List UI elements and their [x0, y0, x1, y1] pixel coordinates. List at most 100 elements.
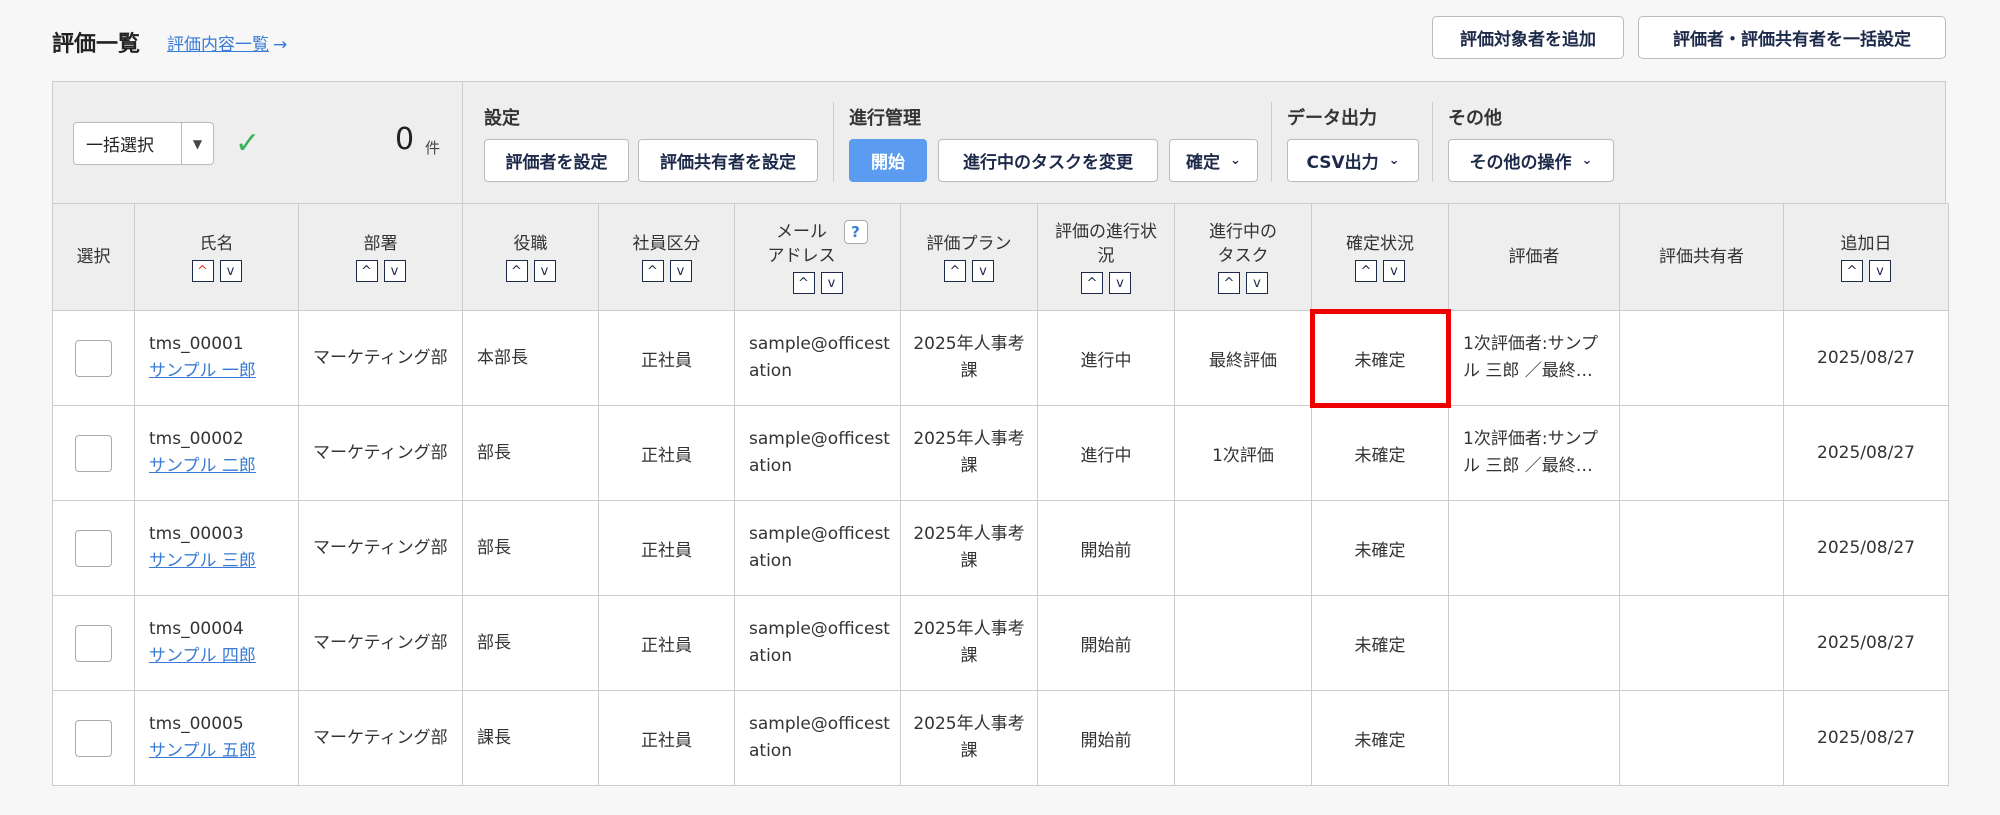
email-cell: sample@officestation	[734, 595, 901, 691]
sort-desc-icon[interactable]: v	[533, 260, 556, 282]
progress-cell: 進行中	[1037, 405, 1175, 501]
page-title: 評価一覧	[52, 32, 141, 57]
sort-desc-icon[interactable]: v	[219, 260, 242, 282]
caret-down-icon[interactable]: ▼	[181, 123, 213, 164]
employee-name-link[interactable]: サンプル 五郎	[149, 738, 298, 765]
employee-name-link[interactable]: サンプル 二郎	[149, 453, 298, 480]
header-dept-label: 部署	[363, 234, 398, 254]
employee-name-link[interactable]: サンプル 四郎	[149, 643, 298, 670]
confirm-dropdown-button[interactable]: 確定 ⌄	[1169, 139, 1258, 182]
sort-desc-icon[interactable]: v	[669, 260, 692, 282]
table-row: tms_00004 サンプル 四郎 マーケティング部 部長 正社員 sample@…	[52, 595, 1949, 691]
sort-desc-icon[interactable]: v	[972, 260, 994, 282]
progress-cell: 開始前	[1037, 690, 1175, 786]
dept-cell: マーケティング部	[298, 310, 463, 406]
header-plan: 評価プラン ^ v	[900, 203, 1038, 311]
evaluation-table: 選択 氏名 ^ v 部署 ^ v 役職 ^ v 社員区分 ^ v メール アドレス? ^ v 評価プラ…	[52, 203, 1949, 786]
sort-asc-icon[interactable]: ^	[792, 272, 815, 294]
row-checkbox[interactable]	[75, 434, 112, 472]
header-name-label: 氏名	[199, 234, 234, 254]
added-date-cell: 2025/08/27	[1783, 595, 1949, 691]
set-sharer-button[interactable]: 評価共有者を設定	[638, 139, 818, 182]
sort-asc-icon[interactable]: ^	[1218, 272, 1240, 294]
confirm-status-cell: 未確定	[1309, 308, 1451, 408]
email-cell: sample@officestation	[734, 405, 901, 501]
row-select-cell	[52, 405, 135, 501]
link-label[interactable]: 評価内容一覧	[167, 35, 269, 55]
row-checkbox[interactable]	[75, 339, 112, 377]
position-cell: 課長	[462, 690, 599, 786]
table-row: tms_00001 サンプル 一郎 マーケティング部 本部長 正社員 sample…	[52, 308, 1949, 408]
sharer-cell	[1619, 690, 1784, 786]
group-label-progress: 進行管理	[849, 108, 921, 129]
header-emp-type: 社員区分 ^ v	[598, 203, 735, 311]
emp-type-cell: 正社員	[598, 690, 735, 786]
task-cell: 1次評価	[1174, 405, 1312, 501]
sort-desc-icon[interactable]: v	[383, 260, 406, 282]
check-icon[interactable]: ✓	[235, 126, 260, 161]
header-select: 選択	[52, 203, 135, 311]
emp-type-cell: 正社員	[598, 595, 735, 691]
action-panel: 一括選択 ▼ ✓ 0 件 設定 評価者を設定 評価共有者を設定 進行管理 開始 …	[52, 81, 1946, 204]
other-operations-label[interactable]: その他の操作	[1470, 148, 1572, 173]
header-email-label-2: アドレス	[767, 246, 836, 266]
row-checkbox[interactable]	[75, 529, 112, 567]
confirm-status-cell: 未確定	[1311, 405, 1449, 501]
sort-desc-icon[interactable]: v	[820, 272, 843, 294]
header-sharer: 評価共有者	[1619, 203, 1784, 311]
row-select-cell	[52, 500, 135, 596]
sort-asc-icon[interactable]: ^	[641, 260, 664, 282]
bulk-select-dropdown[interactable]: 一括選択 ▼	[73, 122, 214, 165]
header-confirm-status-label: 確定状況	[1346, 234, 1414, 254]
sort-controls: ^ v	[1218, 272, 1268, 294]
sort-asc-icon[interactable]: ^	[1081, 272, 1103, 294]
employee-name-link[interactable]: サンプル 一郎	[149, 358, 298, 385]
row-checkbox[interactable]	[75, 719, 112, 757]
sort-asc-icon[interactable]: ^	[355, 260, 378, 282]
help-icon[interactable]: ?	[843, 220, 868, 244]
bulk-select-label[interactable]: 一括選択	[74, 131, 181, 156]
employee-id: tms_00001	[149, 334, 244, 354]
start-button[interactable]: 開始	[849, 139, 927, 182]
row-select-cell	[52, 690, 135, 786]
sort-asc-icon[interactable]: ^	[944, 260, 966, 282]
evaluator-cell	[1448, 690, 1620, 786]
csv-export-label[interactable]: CSV出力	[1306, 148, 1378, 173]
table-row: tms_00002 サンプル 二郎 マーケティング部 部長 正社員 sample@…	[52, 405, 1949, 501]
sort-controls: ^ v	[792, 272, 843, 294]
chevron-down-icon: ⌄	[1230, 153, 1241, 168]
sort-desc-icon[interactable]: v	[1246, 272, 1268, 294]
group-divider	[833, 102, 834, 182]
change-task-button[interactable]: 進行中のタスクを変更	[938, 139, 1158, 182]
sort-asc-icon[interactable]: ^	[191, 260, 214, 282]
other-operations-button[interactable]: その他の操作 ⌄	[1448, 139, 1614, 182]
email-cell: sample@officestation	[734, 310, 901, 406]
sort-asc-icon[interactable]: ^	[505, 260, 528, 282]
sort-desc-icon[interactable]: v	[1869, 260, 1891, 282]
dept-cell: マーケティング部	[298, 595, 463, 691]
group-divider	[1271, 102, 1272, 182]
sort-desc-icon[interactable]: v	[1109, 272, 1131, 294]
row-checkbox[interactable]	[75, 624, 112, 662]
csv-export-button[interactable]: CSV出力 ⌄	[1287, 139, 1419, 182]
header-email-title: メール アドレス?	[735, 220, 900, 268]
sort-controls: ^ v	[1355, 260, 1405, 282]
evaluation-content-list-link[interactable]: 評価内容一覧 →	[167, 30, 287, 55]
sort-asc-icon[interactable]: ^	[1841, 260, 1863, 282]
bulk-set-evaluators-button[interactable]: 評価者・評価共有者を一括設定	[1638, 16, 1946, 59]
sharer-cell	[1619, 310, 1784, 406]
plan-cell: 2025年人事考課	[900, 500, 1038, 596]
employee-name-link[interactable]: サンプル 三郎	[149, 548, 298, 575]
sharer-cell	[1619, 595, 1784, 691]
progress-cell: 進行中	[1037, 310, 1175, 406]
task-cell	[1174, 690, 1312, 786]
add-evaluation-target-button[interactable]: 評価対象者を追加	[1432, 16, 1624, 59]
confirm-label[interactable]: 確定	[1186, 148, 1220, 173]
set-evaluator-button[interactable]: 評価者を設定	[484, 139, 629, 182]
name-cell: tms_00005 サンプル 五郎	[134, 690, 299, 786]
position-cell: 部長	[462, 500, 599, 596]
sort-asc-icon[interactable]: ^	[1355, 260, 1377, 282]
sort-desc-icon[interactable]: v	[1383, 260, 1405, 282]
added-date-cell: 2025/08/27	[1783, 500, 1949, 596]
header-task-label: 進行中のタスク	[1209, 222, 1277, 266]
